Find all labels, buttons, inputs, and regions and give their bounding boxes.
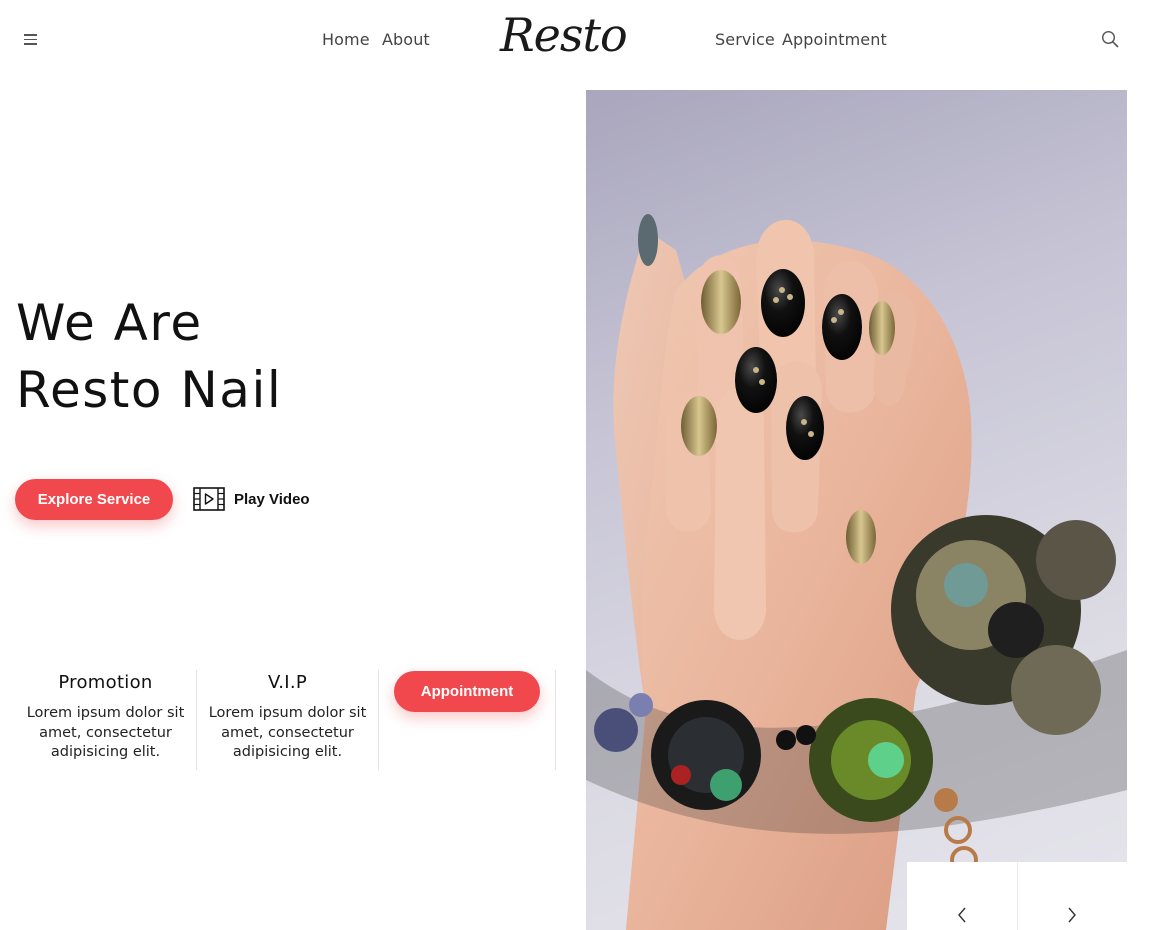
appointment-button[interactable]: Appointment — [394, 671, 540, 712]
chevron-right-icon — [1068, 907, 1077, 923]
manicured-hand-photo — [586, 90, 1127, 930]
explore-service-button[interactable]: Explore Service — [15, 479, 173, 520]
play-video-label: Play Video — [234, 490, 310, 508]
nav-about[interactable]: About — [382, 30, 430, 49]
feature-promotion: Promotion Lorem ipsum dolor sit amet, co… — [15, 670, 197, 770]
chevron-left-icon — [957, 907, 966, 923]
logo[interactable]: Resto — [500, 8, 628, 62]
feature-title: V.I.P — [267, 672, 308, 693]
feature-text: Lorem ipsum dolor sit amet, consectetur … — [26, 705, 185, 760]
play-video-button[interactable]: Play Video — [193, 485, 310, 513]
slider-prev-button[interactable] — [907, 862, 1018, 930]
nav-home[interactable]: Home — [322, 30, 370, 49]
slider-next-button[interactable] — [1018, 862, 1128, 930]
hero-title-line-2: Resto Nail — [16, 361, 283, 419]
search-icon[interactable] — [1101, 30, 1119, 48]
slider-controls — [907, 862, 1127, 930]
feature-text: Lorem ipsum dolor sit amet, consectetur … — [208, 705, 367, 760]
film-play-icon — [193, 487, 225, 511]
hamburger-menu-icon[interactable] — [24, 34, 37, 46]
hero-title: We Are Resto Nail — [16, 290, 282, 424]
hero-title-line-1: We Are — [16, 294, 203, 352]
feature-title: Promotion — [58, 672, 153, 693]
nav-appointment[interactable]: Appointment — [782, 30, 887, 49]
nav-service[interactable]: Service — [715, 30, 775, 49]
feature-vip: V.I.P Lorem ipsum dolor sit amet, consec… — [197, 670, 379, 770]
